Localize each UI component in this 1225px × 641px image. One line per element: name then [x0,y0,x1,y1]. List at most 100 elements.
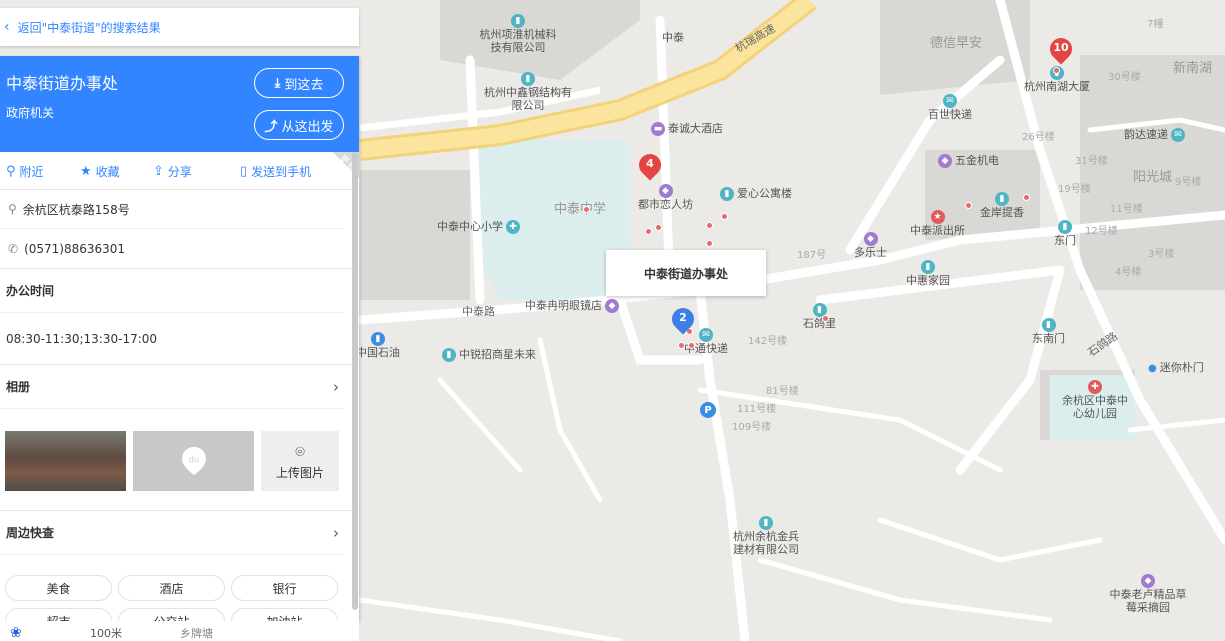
map-dot[interactable] [583,206,590,213]
map-dot[interactable] [706,240,713,247]
photo-thumbnail[interactable] [5,431,126,491]
area-label-zhongtai-school: 中泰中学 [554,202,607,217]
svg-text:du: du [188,455,198,464]
map-pin-10[interactable]: 10 [1045,33,1077,68]
poi-dushi[interactable]: ◆ 都市恋人坊 [638,184,693,212]
building-icon: ▮ [995,192,1009,206]
map-dot[interactable] [1023,194,1030,201]
gate-icon: ▮ [1058,220,1072,234]
go-here-button[interactable]: ⤓ 到这去 [254,68,344,98]
map-dot[interactable] [655,224,662,231]
camera-icon: ⌾ [295,441,305,461]
poi-kindergarten[interactable]: ✚ 余杭区中泰中心幼儿园 [1062,380,1128,420]
category-bank[interactable]: 银行 [231,575,338,601]
album-photos: du ⌾ 上传图片 [0,408,343,510]
parking-icon[interactable]: P [700,402,716,418]
building-number: 142号楼 [748,336,788,347]
express-icon: ✉ [699,328,713,342]
poi-label: 中泰 [662,31,684,44]
poi-label: 中国石油 [356,346,400,359]
nearby-categories: 美食 酒店 银行 超市 公交站 加油站 [0,554,343,621]
area-label-yangguangcheng: 阳光城 [1133,170,1173,185]
category-gas-station[interactable]: 加油站 [231,608,338,621]
poi-label: 爱心公寓楼 [737,186,792,200]
album-header[interactable]: 相册 › [0,364,359,408]
phone-icon: ▯ [240,164,248,179]
factory-icon: ▮ [759,516,773,530]
category-supermarket[interactable]: 超市 [5,608,112,621]
map-dot[interactable] [678,342,685,349]
poi-label: 金岸提香 [980,206,1024,219]
category-hotel[interactable]: 酒店 [118,575,225,601]
gate-icon: ▮ [1041,318,1056,332]
start-from-here-button[interactable]: ⤴ 从这出发 [254,110,344,140]
share-button[interactable]: ⇪ 分享 [153,163,192,180]
map-dot[interactable] [688,342,695,349]
road-label-zhongtai: 中泰路 [462,305,495,318]
poi-aixin[interactable]: ▮ 爱心公寓楼 [720,187,792,201]
star-icon: ★ [80,164,92,179]
map-pin-2[interactable]: 2 [667,303,699,338]
phone-text: (0571)88636301 [24,241,126,256]
poi-mini-door[interactable]: ● 迷你朴门 [1148,361,1204,375]
poi-jinan[interactable]: ▮ 金岸提香 [980,192,1024,220]
photo-placeholder[interactable]: du [133,431,254,491]
poi-zhongtai[interactable]: 中泰 [662,31,684,45]
poi-label: 百世快递 [928,108,972,121]
poi-best-express[interactable]: ✉ 百世快递 [928,94,972,122]
poi-petrochina[interactable]: ▮ 中国石油 [356,332,400,360]
poi-label: 杭州中鑫钢结构有限公司 [484,86,572,112]
area-label-dexin: 德信早安 [930,36,983,51]
upload-photo-button[interactable]: ⌾ 上传图片 [261,431,339,491]
map-pin-logo-icon: du [181,447,206,475]
place-name: 中泰街道办事处 [6,74,119,93]
poi-zhongrui[interactable]: ▮ 中锐招商星未来 [442,348,536,362]
poi-police-station[interactable]: ★ 中泰派出所 [910,210,965,238]
category-bus-stop[interactable]: 公交站 [118,608,225,621]
poi-zhonghui[interactable]: ▮ 中惠家园 [906,260,950,288]
poi-xiangzhun[interactable]: ▮ 杭州项淮机械科技有限公司 [478,14,558,54]
poi-label: 中泰老卢精品草莓采摘园 [1109,588,1187,614]
map-dot[interactable] [965,202,972,209]
building-number: 11号楼 [1110,204,1143,215]
map-footer: ❀ 100米 乡牌塘 [0,621,359,641]
poi-label: 中惠家园 [906,274,950,287]
poi-glasses[interactable]: 中泰冉明眼镜店 ◆ [525,299,619,313]
poi-primary-school[interactable]: 中泰中心小学 ✚ [437,220,520,234]
panel-scrollbar[interactable] [352,152,358,610]
gas-station-icon: ▮ [371,332,385,346]
poi-east-gate[interactable]: ▮ 东门 [1054,220,1076,248]
favorite-button[interactable]: ★ 收藏 [80,163,120,180]
poi-taicheng-hotel[interactable]: ▬ 泰诚大酒店 [651,122,723,136]
back-to-results-link[interactable]: ‹ 返回"中泰街道"的搜索结果 [0,8,359,46]
shop-icon: ◆ [863,232,878,246]
poi-strawberry[interactable]: ◆ 中泰老卢精品草莓采摘园 [1108,574,1188,614]
send-to-phone-button[interactable]: ▯ 发送到手机 [240,163,311,180]
map-pin-4[interactable]: 4 [634,149,666,184]
poi-duleshi[interactable]: ◆ 多乐士 [854,232,887,260]
shop-icon: ◆ [605,299,619,313]
poi-yunda[interactable]: 韵达速递 ✉ [1124,128,1185,142]
place-header: 中泰街道办事处 政府机关 ⤓ 到这去 ⤴ 从这出发 [0,56,359,152]
poi-shigeli[interactable]: ▮ 石鸽里 [803,303,836,331]
poi-jinbing[interactable]: ▮ 杭州余杭金兵建材有限公司 [728,516,804,556]
map-dot[interactable] [822,315,829,322]
poi-label: 杭州余杭金兵建材有限公司 [733,530,799,556]
factory-icon: ▮ [521,72,535,86]
poi-zhongxin[interactable]: ▮ 杭州中鑫钢结构有限公司 [480,72,576,112]
map-dot[interactable] [721,213,728,220]
category-food[interactable]: 美食 [5,575,112,601]
building-number: 9号楼 [1175,177,1202,188]
map-info-popup[interactable]: 中泰街道办事处 [606,250,766,296]
poi-label: 中锐招商星未来 [459,347,536,361]
building-number: 111号楼 [737,404,777,415]
poi-hardware[interactable]: ◆ 五金机电 [938,154,999,168]
map-dot[interactable] [706,222,713,229]
map-dot[interactable] [1053,67,1060,74]
nearby-button[interactable]: ⚲ 附近 [6,163,44,180]
poi-label: 余杭区中泰中心幼儿园 [1062,394,1128,420]
building-icon: ▮ [442,348,456,362]
map-dot[interactable] [645,228,652,235]
nearby-search-header[interactable]: 周边快查 › [0,510,359,554]
poi-southeast-gate[interactable]: ▮ 东南门 [1032,318,1065,346]
